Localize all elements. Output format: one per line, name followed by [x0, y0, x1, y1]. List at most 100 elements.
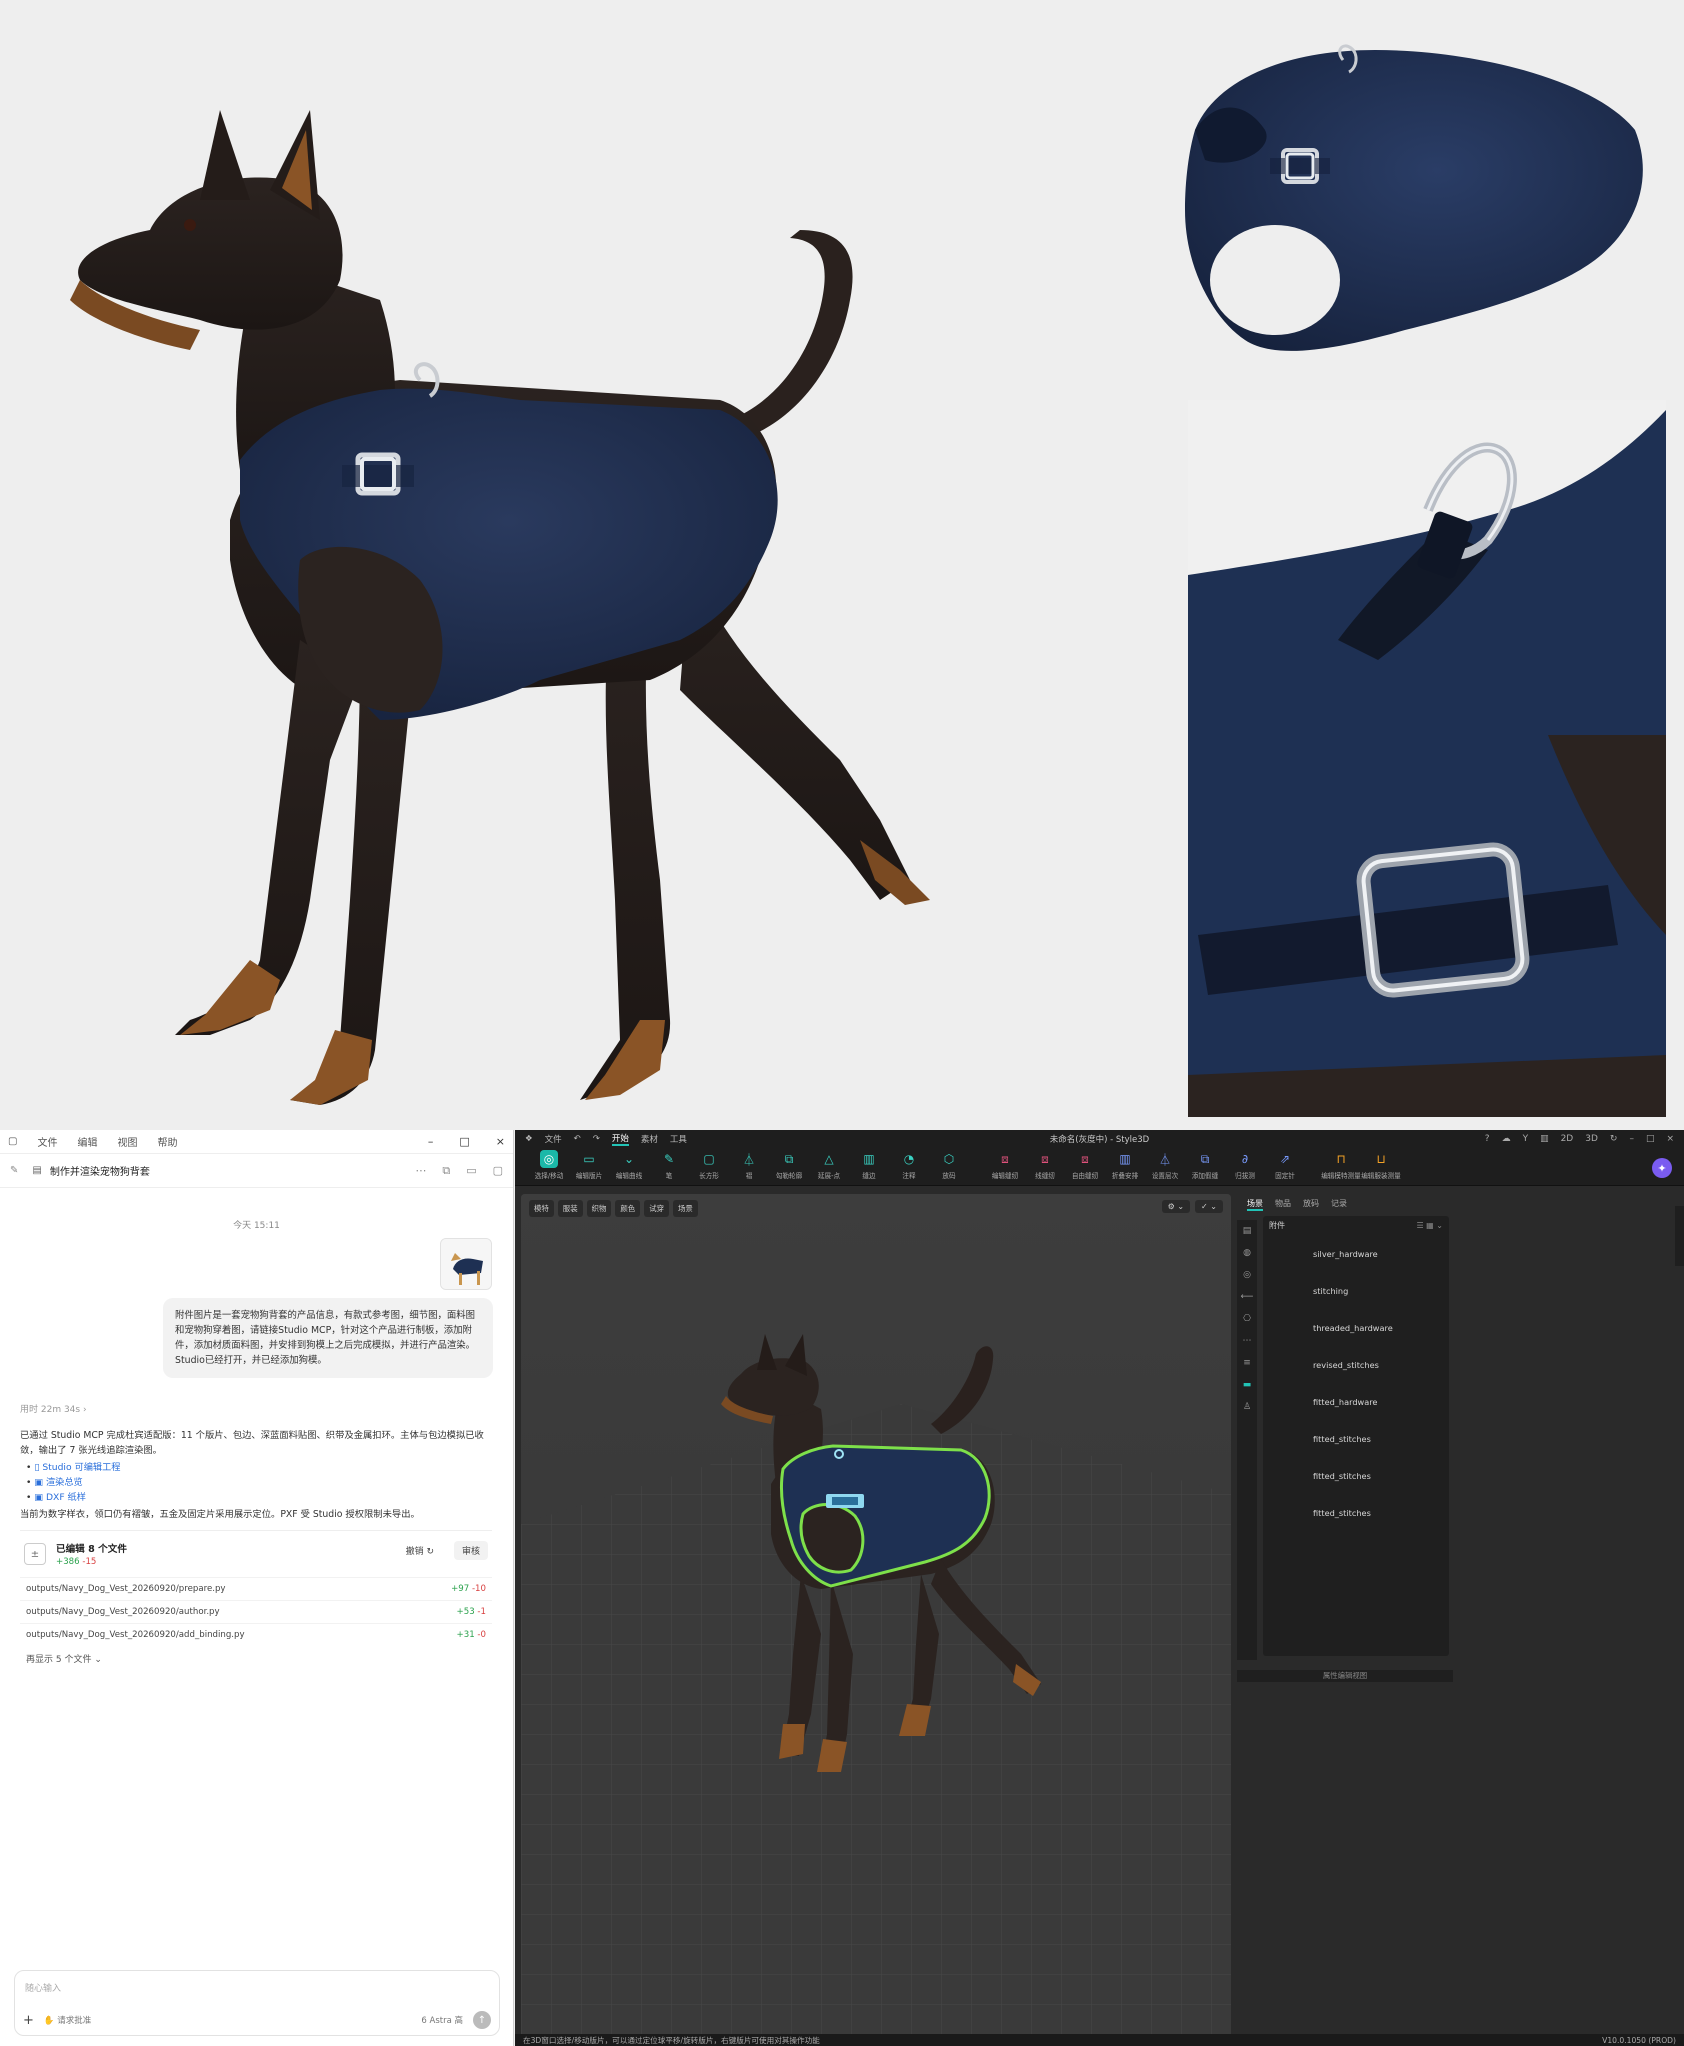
link-studio-project[interactable]: ▯ Studio 可编辑工程: [26, 1460, 490, 1475]
model-selector[interactable]: 6 Astra 高: [421, 2014, 463, 2026]
tool-button[interactable]: ⬡ 放码: [929, 1150, 969, 1180]
close-button[interactable]: ×: [496, 1135, 505, 1148]
app-menu-materials[interactable]: 素材: [641, 1133, 658, 1145]
chat-input-box[interactable]: 随心输入 + ✋ 请求批准 6 Astra 高 ↑: [14, 1970, 500, 2036]
tool-button[interactable]: ✎ 笔: [649, 1150, 689, 1180]
view-3d-toggle[interactable]: 3D: [1585, 1134, 1598, 1144]
close-icon[interactable]: ×: [1666, 1134, 1674, 1144]
tool-button[interactable]: ▭ 编辑版片: [569, 1150, 609, 1180]
maximize-icon[interactable]: □: [1646, 1134, 1655, 1144]
minimize-icon[interactable]: –: [1629, 1134, 1634, 1144]
redo-icon[interactable]: ↷: [593, 1134, 600, 1144]
panel-toggle-icon[interactable]: ▢: [493, 1164, 503, 1178]
avatar-icon[interactable]: ♙: [1243, 1402, 1251, 1412]
edited-file-row[interactable]: outputs/Navy_Dog_Vest_20260920/author.py…: [20, 1600, 492, 1623]
viewport-tab[interactable]: 织物: [586, 1200, 612, 1217]
button-icon[interactable]: ◎: [1243, 1270, 1251, 1280]
menu-icon[interactable]: ▢: [8, 1136, 17, 1147]
tool-button[interactable]: ⊓ 编辑模特测量: [1321, 1150, 1361, 1180]
object-list-item[interactable]: fitted_hardware: [1263, 1383, 1449, 1420]
right-tab[interactable]: 场景: [1247, 1198, 1263, 1211]
maximize-button[interactable]: □: [459, 1135, 469, 1148]
tool-button[interactable]: ⧈ 线缝纫: [1025, 1150, 1065, 1181]
undo-button[interactable]: 撤销 ↻: [398, 1541, 442, 1560]
viewport-tab[interactable]: 场景: [672, 1200, 698, 1217]
side-collapsed-tab[interactable]: [1675, 1206, 1684, 1266]
right-tab[interactable]: 物品: [1275, 1198, 1291, 1211]
menu-view[interactable]: 视图: [117, 1134, 137, 1149]
link-render-overview[interactable]: ▣ 渲染总览: [26, 1475, 490, 1490]
tool-button[interactable]: ◎ 选择/移动: [529, 1150, 569, 1180]
check-dropdown-icon[interactable]: ✓ ⌄: [1195, 1200, 1223, 1213]
tool-button[interactable]: ⌄ 编辑曲线: [609, 1150, 649, 1180]
tool-button[interactable]: ⇗ 固定针: [1265, 1150, 1305, 1180]
object-list-item[interactable]: fitted_stitches: [1263, 1494, 1449, 1531]
tool-button[interactable]: ⏃ 设置层次: [1145, 1150, 1185, 1181]
fabric-icon[interactable]: ◍: [1243, 1248, 1251, 1258]
object-list-item[interactable]: fitted_stitches: [1263, 1457, 1449, 1494]
right-tab[interactable]: 记录: [1331, 1198, 1347, 1211]
link-dxf-pattern[interactable]: ▣ DXF 纸样: [26, 1490, 490, 1505]
send-button[interactable]: ↑: [473, 2011, 491, 2029]
hardware-icon[interactable]: ▬: [1243, 1380, 1252, 1390]
right-tab[interactable]: 放码: [1303, 1198, 1319, 1211]
tool-button[interactable]: ⧈ 自由缝纫: [1065, 1150, 1105, 1181]
menu-edit[interactable]: 编辑: [77, 1134, 97, 1149]
attachment-thumbnail[interactable]: [440, 1238, 492, 1290]
list-view-icon[interactable]: ☰ ▦ ⌄: [1416, 1221, 1443, 1230]
assistant-avatar-icon[interactable]: ✦: [1652, 1158, 1672, 1178]
camera-settings-icon[interactable]: ⚙ ⌄: [1161, 1200, 1191, 1213]
line-icon[interactable]: ⟵: [1241, 1292, 1254, 1302]
trim-icon[interactable]: ⎔: [1243, 1314, 1251, 1324]
viewport-tab[interactable]: 试穿: [644, 1200, 669, 1217]
tool-button[interactable]: ◔ 注释: [889, 1150, 929, 1180]
tool-button[interactable]: ⊔ 编辑服装测量: [1361, 1150, 1401, 1180]
tool-button[interactable]: ⧉ 勾勒轮廓: [769, 1150, 809, 1181]
split-view-icon[interactable]: ▭: [466, 1164, 476, 1178]
pattern-icon[interactable]: ▤: [1243, 1226, 1252, 1236]
topstitch-icon[interactable]: ⋯: [1243, 1336, 1252, 1346]
tool-button[interactable]: ⧉ 添加假缝: [1185, 1150, 1225, 1181]
tool-button[interactable]: ▥ 折叠安排: [1105, 1150, 1145, 1180]
chat-input-placeholder[interactable]: 随心输入: [25, 1981, 61, 1994]
app-menu-file[interactable]: 文件: [545, 1133, 562, 1145]
object-list-item[interactable]: revised_stitches: [1263, 1346, 1449, 1383]
tool-button[interactable]: ▥ 缝边: [849, 1150, 889, 1180]
review-button[interactable]: 审核: [453, 1541, 488, 1560]
elapsed-time[interactable]: 用时 22m 34s ›: [20, 1402, 87, 1415]
object-list-item[interactable]: threaded_hardware: [1263, 1309, 1449, 1346]
view-2d-toggle[interactable]: 2D: [1561, 1134, 1574, 1144]
minimize-button[interactable]: –: [428, 1135, 434, 1148]
tool-button[interactable]: ∂ 归拔测: [1225, 1150, 1265, 1180]
add-attachment-icon[interactable]: +: [23, 2013, 34, 2028]
viewport-tab[interactable]: 服装: [557, 1200, 583, 1217]
viewport-tab[interactable]: 颜色: [615, 1200, 641, 1217]
layout-icon[interactable]: ▥: [1540, 1134, 1549, 1144]
edited-file-row[interactable]: outputs/Navy_Dog_Vest_20260920/prepare.p…: [20, 1577, 492, 1600]
refresh-icon[interactable]: ↻: [1610, 1134, 1618, 1144]
help-icon[interactable]: ?: [1485, 1134, 1490, 1144]
menu-file[interactable]: 文件: [37, 1134, 57, 1149]
undo-icon[interactable]: ↶: [574, 1134, 581, 1144]
tool-button[interactable]: △ 延展-点: [809, 1150, 849, 1180]
new-chat-icon[interactable]: ✎: [10, 1165, 18, 1176]
approval-mode[interactable]: ✋ 请求批准: [44, 2014, 91, 2026]
edited-file-row[interactable]: outputs/Navy_Dog_Vest_20260920/add_bindi…: [20, 1623, 492, 1646]
tool-button[interactable]: ▢ 长方形: [689, 1150, 729, 1180]
seam-icon[interactable]: ≡: [1243, 1358, 1251, 1368]
app-menu-tools[interactable]: 工具: [670, 1133, 687, 1145]
object-list-item[interactable]: fitted_stitches: [1263, 1420, 1449, 1457]
user-icon[interactable]: Y: [1523, 1134, 1529, 1144]
viewport-tab[interactable]: 模特: [529, 1200, 554, 1217]
3d-viewport[interactable]: 模特 服装 织物 颜色 试穿 场景 ⚙ ⌄ ✓ ⌄: [521, 1194, 1231, 2038]
attribute-panel-header[interactable]: 属性编辑视图: [1237, 1670, 1453, 1682]
cloud-icon[interactable]: ☁: [1502, 1134, 1511, 1144]
menu-help[interactable]: 帮助: [157, 1134, 177, 1149]
object-list-item[interactable]: silver_hardware: [1263, 1235, 1449, 1272]
more-options-icon[interactable]: ⋯: [415, 1164, 426, 1178]
object-list-item[interactable]: stitching: [1263, 1272, 1449, 1309]
tool-button[interactable]: ⏃ 褶: [729, 1150, 769, 1181]
show-more-files[interactable]: 再显示 5 个文件 ⌄: [20, 1646, 492, 1671]
app-menu-start[interactable]: 开始: [611, 1132, 629, 1146]
tool-button[interactable]: ⧈ 编辑缝纫: [985, 1150, 1025, 1181]
